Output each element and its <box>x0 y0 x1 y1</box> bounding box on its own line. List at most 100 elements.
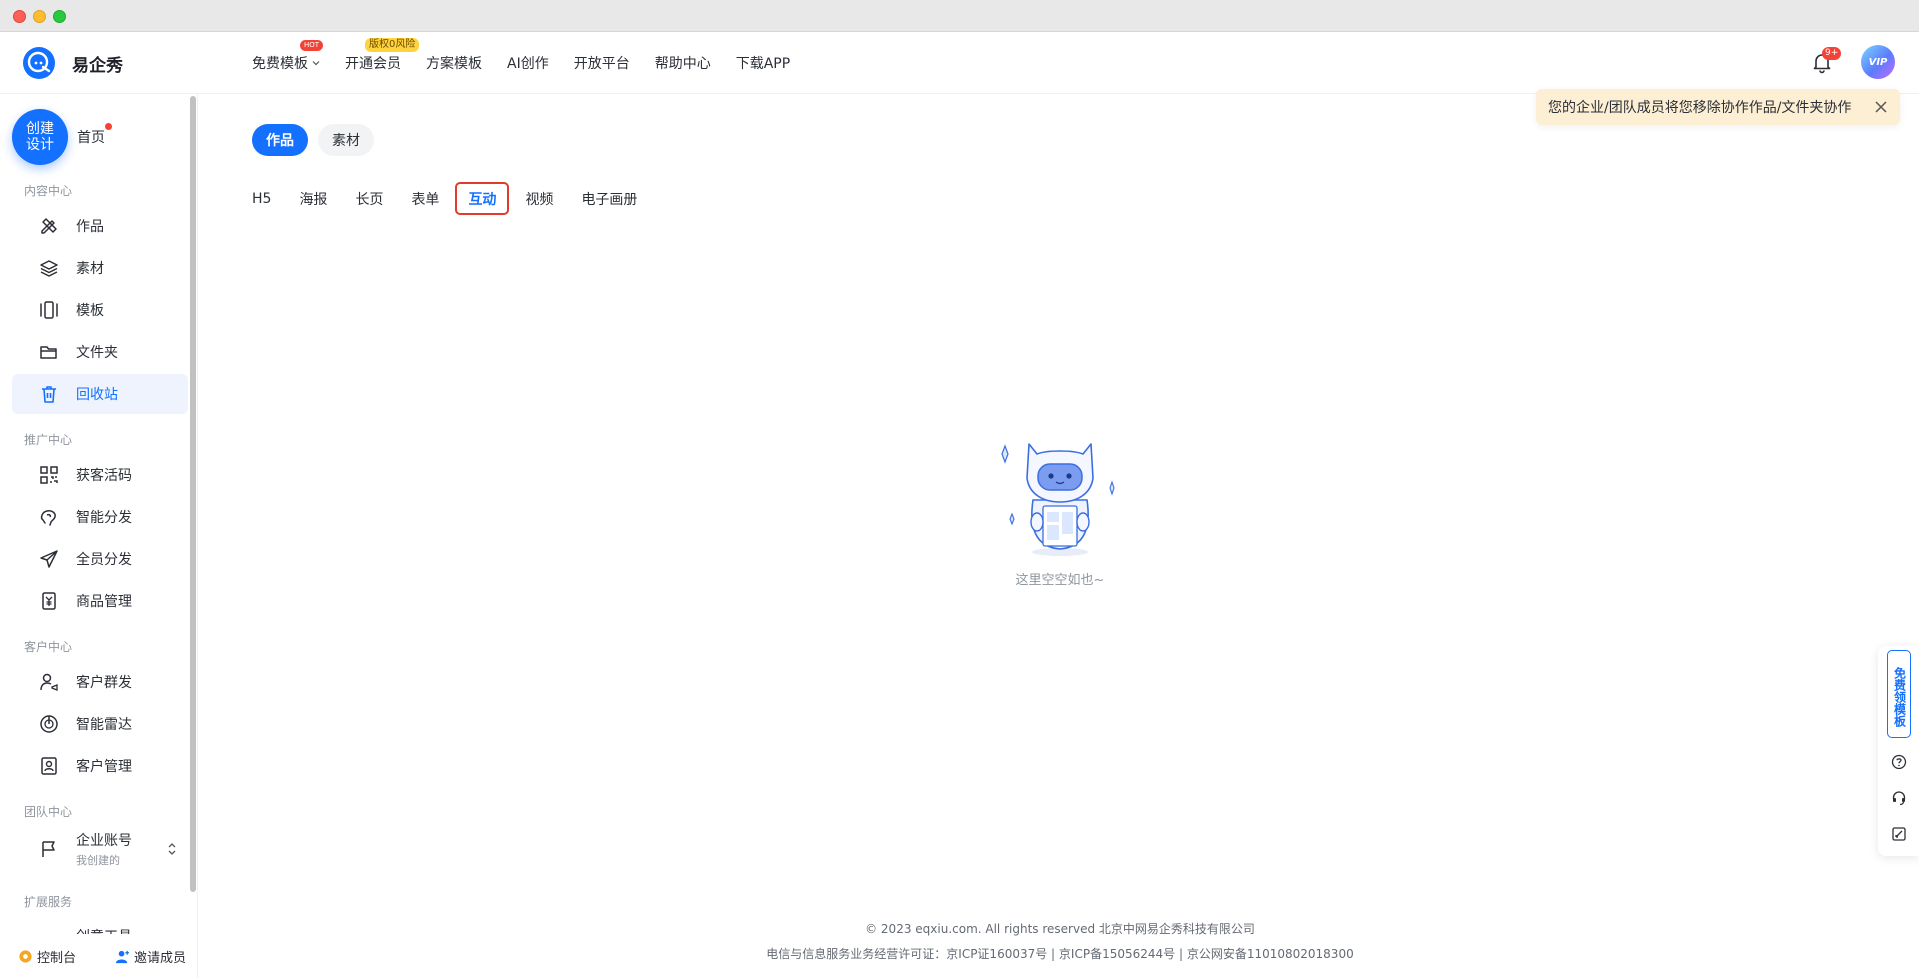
empty-state-text: 这里空空如也~ <box>1015 573 1105 588</box>
tab-form[interactable]: 表单 <box>411 184 439 214</box>
sidebar-item-enterprise-account[interactable]: 企业账号 我创建的 <box>12 825 188 873</box>
sidebar-item-label: 作品 <box>76 219 104 235</box>
vip-label: VIP <box>1868 56 1888 68</box>
sidebar-item-label: 素材 <box>76 261 104 277</box>
tab-video[interactable]: 视频 <box>525 184 553 214</box>
footer-license: 电信与信息服务业务经营许可证：京ICP证160037号 | 京ICP备15056… <box>766 947 1354 961</box>
paper-plane-icon <box>38 548 60 570</box>
sidebar-item-label: 智能分发 <box>76 510 132 526</box>
nav-label: 方案模板 <box>426 56 482 72</box>
nav-label: 开通会员 <box>345 56 401 72</box>
add-user-icon <box>115 950 130 963</box>
sidebar-item-label: 文件夹 <box>76 345 118 361</box>
nav-download-app[interactable]: 下载APP <box>736 53 790 73</box>
sidebar-item-works[interactable]: 作品 <box>12 206 188 246</box>
radar-icon <box>38 713 60 735</box>
category-tabs: H5 海报 长页 表单 互动 视频 电子画册 <box>252 182 665 215</box>
sidebar-item-recycle-bin[interactable]: 回收站 <box>12 374 188 414</box>
sidebar-item-customer-broadcast[interactable]: 客户群发 <box>12 662 188 702</box>
window-titlebar <box>0 0 1919 32</box>
segment-materials[interactable]: 素材 <box>318 124 374 156</box>
content-type-switch: 作品 素材 <box>252 124 374 156</box>
sidebar-item-label: 企业账号 <box>76 833 132 849</box>
section-title-team: 团队中心 <box>24 805 73 819</box>
section-title-customer: 客户中心 <box>24 640 73 654</box>
sidebar-scrollbar[interactable] <box>190 96 196 892</box>
sidebar-item-templates[interactable]: 模板 <box>12 290 188 330</box>
section-title-content: 内容中心 <box>24 184 73 198</box>
console-button[interactable]: 控制台 <box>18 947 76 966</box>
invite-member-button[interactable]: 邀请成员 <box>115 947 186 966</box>
window-close-button[interactable] <box>13 10 26 23</box>
footer-copyright: © 2023 eqxiu.com. All rights reserved 北京… <box>865 922 1255 936</box>
customer-service-icon[interactable] <box>1891 790 1907 806</box>
notification-count-badge: 9+ <box>1822 47 1842 60</box>
nav-open-platform[interactable]: 开放平台 <box>574 53 630 73</box>
help-icon[interactable] <box>1891 754 1907 770</box>
sidebar-item-home[interactable]: 首页 <box>77 127 105 147</box>
nav-free-templates[interactable]: 免费模板 HOT <box>252 40 324 73</box>
home-unread-dot <box>105 123 112 130</box>
brand-name[interactable]: 易企秀 <box>72 51 123 76</box>
nav-label: 免费模板 <box>252 56 308 72</box>
sidebar-item-smart-radar[interactable]: 智能雷达 <box>12 704 188 744</box>
sidebar-item-materials[interactable]: 素材 <box>12 248 188 288</box>
free-template-button[interactable]: 免费领模板 <box>1887 650 1911 738</box>
sidebar-item-all-staff-distribute[interactable]: 全员分发 <box>12 539 188 579</box>
layers-icon <box>38 257 60 279</box>
empty-state-robot-illustration <box>1001 443 1115 556</box>
sidebar-item-label: 获客活码 <box>76 468 132 484</box>
chevron-updown-icon[interactable] <box>166 841 178 857</box>
sidebar-item-customer-management[interactable]: 客户管理 <box>12 746 188 786</box>
user-broadcast-icon <box>38 671 60 693</box>
close-icon[interactable] <box>1874 100 1888 114</box>
top-header: 易企秀 免费模板 HOT 开通会员 版权0风险 方案模板 AI创作 开放平台 帮… <box>0 32 1919 94</box>
enterprise-account-text: 企业账号 我创建的 <box>76 830 132 868</box>
sidebar-item-smart-distribute[interactable]: 智能分发 <box>12 497 188 537</box>
tab-interactive[interactable]: 互动 <box>455 182 510 215</box>
nav-ai-create[interactable]: AI创作 <box>507 53 549 73</box>
sidebar: 创建设计 首页 内容中心 作品 素材 模板 文件夹 回收站 推广中心 获客活码 … <box>0 94 198 978</box>
tab-ebook[interactable]: 电子画册 <box>581 184 637 214</box>
console-label: 控制台 <box>37 950 77 966</box>
nav-label: 开放平台 <box>573 56 630 72</box>
org-subtitle: 我创建的 <box>76 854 120 867</box>
template-cards-icon <box>38 299 60 321</box>
sidebar-item-products[interactable]: 商品管理 <box>12 581 188 621</box>
tab-long-page[interactable]: 长页 <box>355 184 383 214</box>
tab-poster[interactable]: 海报 <box>299 184 327 214</box>
sidebar-item-folder[interactable]: 文件夹 <box>12 332 188 372</box>
copyright-badge: 版权0风险 <box>365 38 420 52</box>
trash-icon <box>38 383 60 405</box>
sidebar-item-label: 客户管理 <box>76 759 132 775</box>
nav-membership[interactable]: 开通会员 版权0风险 <box>345 38 420 73</box>
window-zoom-button[interactable] <box>53 10 66 23</box>
eqxiu-logo-icon[interactable] <box>22 46 56 80</box>
user-avatar[interactable]: VIP <box>1861 45 1895 79</box>
nav-help-center[interactable]: 帮助中心 <box>655 53 711 73</box>
sidebar-item-label: 智能雷达 <box>76 717 132 733</box>
chevron-down-icon <box>312 61 320 66</box>
sidebar-item-qr-code[interactable]: 获客活码 <box>12 455 188 495</box>
pen-ruler-icon <box>38 215 60 237</box>
nav-solution-templates[interactable]: 方案模板 <box>426 53 482 73</box>
create-design-button[interactable]: 创建设计 <box>12 109 68 165</box>
sidebar-item-label: 商品管理 <box>76 594 132 610</box>
top-nav: 免费模板 HOT 开通会员 版权0风险 方案模板 AI创作 开放平台 帮助中心 … <box>252 32 815 94</box>
sidebar-bottom-bar: 控制台 邀请成员 <box>0 934 196 978</box>
hot-badge: HOT <box>300 40 324 51</box>
nav-label: 帮助中心 <box>654 56 711 72</box>
segment-works[interactable]: 作品 <box>252 124 308 156</box>
sidebar-item-label: 全员分发 <box>76 552 132 568</box>
yuan-doc-icon <box>38 590 60 612</box>
toast-message: 您的企业/团队成员将您移除协作作品/文件夹协作 <box>1548 100 1852 116</box>
nav-label: 下载APP <box>735 56 791 72</box>
tab-h5[interactable]: H5 <box>252 184 271 214</box>
right-floating-toolbar: 免费领模板 <box>1878 646 1919 856</box>
contact-card-icon <box>38 755 60 777</box>
sidebar-item-label: 客户群发 <box>76 675 132 691</box>
feedback-icon[interactable] <box>1891 826 1907 842</box>
flag-icon <box>38 838 60 860</box>
qr-code-icon <box>38 464 60 486</box>
window-minimize-button[interactable] <box>33 10 46 23</box>
